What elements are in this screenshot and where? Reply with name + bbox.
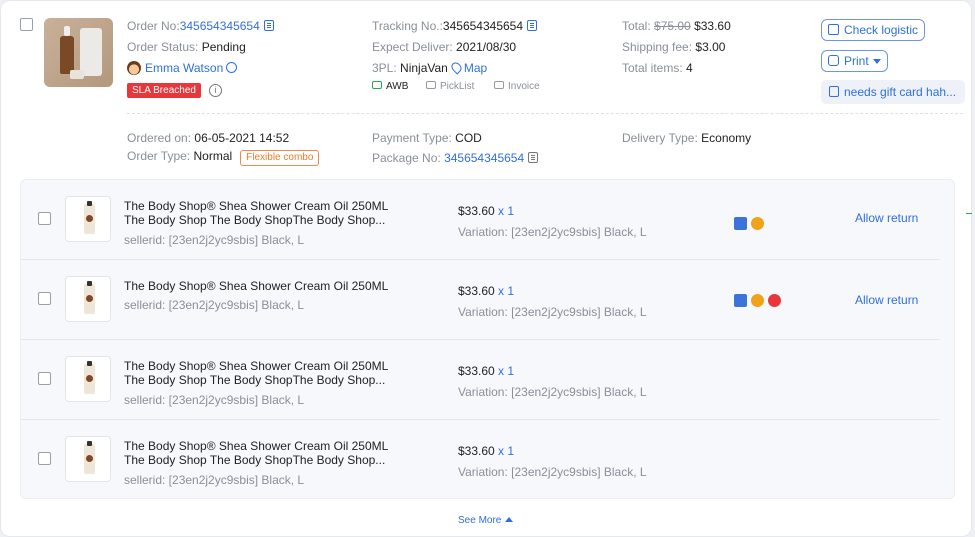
- list-item: The Body Shop® Shea Shower Cream Oil 250…: [21, 260, 954, 340]
- order-tag: Flexible combo: [240, 150, 320, 166]
- delivery-row: Delivery Type: Economy: [622, 131, 752, 145]
- package-row: Package No: 345654345654: [372, 150, 539, 166]
- payment-row: Payment Type: COD: [372, 131, 482, 145]
- invoice-button[interactable]: Invoice: [494, 81, 540, 92]
- order-product-thumbnail: [44, 18, 113, 87]
- total-amount: $33.60: [694, 19, 731, 33]
- item-name-line2: The Body Shop The Body ShopThe Body Shop…: [124, 373, 386, 387]
- item-variation: Variation: [23en2j2yc9sbis] Black, L: [458, 305, 647, 319]
- logistic-icon: [828, 24, 839, 35]
- item-name: The Body Shop® Shea Shower Cream Oil 250…: [124, 279, 389, 293]
- note-icon: [829, 86, 839, 97]
- check-logistic-button[interactable]: Check logistic: [821, 19, 926, 41]
- package-no-link[interactable]: 345654345654: [444, 151, 524, 165]
- return-icon: [751, 217, 764, 231]
- printer-icon: [372, 81, 382, 89]
- item-qty: x 1: [498, 284, 515, 298]
- order-type-row: Order Type: Normal Flexible combo: [127, 148, 320, 166]
- item-thumbnail: [65, 276, 111, 322]
- total-items-row: Total items: 4: [622, 61, 693, 75]
- return-icon: [751, 294, 764, 308]
- print-button[interactable]: Print: [821, 50, 888, 72]
- item-qty: x 1: [498, 364, 515, 378]
- copy-icon[interactable]: [528, 152, 539, 163]
- chevron-down-icon: [872, 59, 881, 64]
- order-card: Order No:345654345654 Order Status: Pend…: [0, 0, 972, 537]
- gift-icon: [734, 217, 747, 231]
- buyer-note[interactable]: needs gift card hah...: [821, 80, 965, 104]
- ordered-on-row: Ordered on: 06-05-2021 14:52: [127, 131, 290, 145]
- awb-button[interactable]: AWB: [372, 81, 408, 92]
- copy-icon[interactable]: [263, 20, 274, 31]
- item-thumbnail: [65, 196, 111, 242]
- copy-icon[interactable]: [527, 20, 538, 31]
- map-pin-icon: [449, 60, 464, 75]
- item-variation: Variation: [23en2j2yc9sbis] Black, L: [458, 465, 647, 479]
- divider: [127, 113, 963, 114]
- list-item: The Body Shop® Shea Shower Cream Oil 250…: [21, 340, 954, 420]
- tracking-row: Tracking No.:345654345654: [372, 18, 538, 34]
- item-sku: sellerid: [23en2j2yc9sbis] Black, L: [124, 233, 305, 247]
- item-thumbnail: [65, 436, 111, 482]
- sla-breached-badge: SLA Breached: [127, 83, 201, 98]
- item-status-icons: [734, 216, 768, 231]
- item-price-row: $33.60 x 1: [458, 204, 515, 218]
- item-price-row: $33.60 x 1: [458, 364, 515, 378]
- see-more-button[interactable]: See More: [458, 515, 514, 526]
- list-item: The Body Shop® Shea Shower Cream Oil 250…: [21, 180, 954, 260]
- printer-icon: [494, 81, 504, 89]
- item-checkbox[interactable]: [38, 292, 51, 305]
- item-checkbox[interactable]: [38, 452, 51, 465]
- order-status-row: Order Status: Pending: [127, 40, 246, 54]
- item-sku: sellerid: [23en2j2yc9sbis] Black, L: [124, 298, 305, 312]
- printer-icon: [828, 55, 839, 66]
- info-icon[interactable]: i: [209, 84, 222, 97]
- item-sku: sellerid: [23en2j2yc9sbis] Black, L: [124, 473, 305, 487]
- item-variation: Variation: [23en2j2yc9sbis] Black, L: [458, 385, 647, 399]
- original-total: $75.00: [654, 19, 691, 33]
- map-link[interactable]: Map: [464, 61, 487, 75]
- allow-return-link[interactable]: Allow return: [855, 293, 918, 307]
- expect-deliver-row: Expect Deliver: 2021/08/30: [372, 40, 517, 54]
- tpl-row: 3PL: NinjaVan Map: [372, 60, 488, 75]
- allow-return-link[interactable]: Allow return: [855, 211, 918, 225]
- tracking-number: 345654345654: [442, 19, 524, 33]
- shipping-row: Shipping fee: $3.00: [622, 40, 726, 54]
- picklist-button[interactable]: PickList: [426, 81, 474, 92]
- item-sku: sellerid: [23en2j2yc9sbis] Black, L: [124, 393, 305, 407]
- item-thumbnail: [65, 356, 111, 402]
- list-item: The Body Shop® Shea Shower Cream Oil 250…: [21, 420, 954, 500]
- item-status-icons: [734, 293, 785, 308]
- scroll-indicator: [966, 213, 972, 214]
- chat-icon[interactable]: [226, 62, 238, 73]
- item-name-line2: The Body Shop The Body ShopThe Body Shop…: [124, 213, 386, 227]
- item-variation: Variation: [23en2j2yc9sbis] Black, L: [458, 225, 647, 239]
- item-qty: x 1: [498, 444, 515, 458]
- buyer-row: Emma Watson: [127, 60, 238, 76]
- item-checkbox[interactable]: [38, 212, 51, 225]
- item-name-line2: The Body Shop The Body ShopThe Body Shop…: [124, 453, 386, 467]
- order-status: Pending: [201, 40, 246, 54]
- gift-icon: [734, 294, 747, 308]
- buyer-name-link[interactable]: Emma Watson: [145, 61, 223, 75]
- total-row: Total: $75.00 $33.60: [622, 19, 731, 33]
- printer-icon: [426, 81, 436, 89]
- order-items-list: The Body Shop® Shea Shower Cream Oil 250…: [20, 179, 955, 499]
- order-checkbox[interactable]: [20, 18, 33, 31]
- buyer-avatar: [127, 61, 141, 75]
- item-price-row: $33.60 x 1: [458, 444, 515, 458]
- order-no-row: Order No:345654345654: [127, 18, 274, 34]
- warning-icon: [768, 294, 781, 308]
- item-qty: x 1: [498, 204, 515, 218]
- order-no-link[interactable]: 345654345654: [180, 19, 260, 33]
- item-price-row: $33.60 x 1: [458, 284, 515, 298]
- item-checkbox[interactable]: [38, 372, 51, 385]
- chevron-up-icon: [505, 517, 514, 522]
